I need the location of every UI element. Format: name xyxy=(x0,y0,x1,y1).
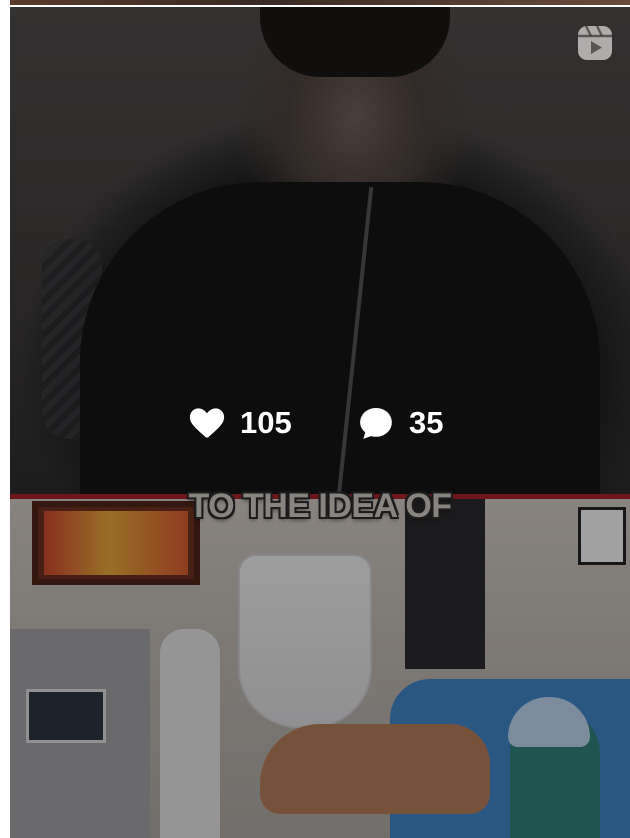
reels-icon xyxy=(578,25,612,60)
comments-value: 35 xyxy=(409,405,444,440)
previous-post-thumbnail-edge[interactable] xyxy=(10,0,630,5)
reel-post-tile[interactable]: TO THE IDEA OF 105 35 xyxy=(10,7,630,838)
likes-value: 105 xyxy=(240,405,292,440)
comment-icon xyxy=(360,407,392,439)
profile-grid-page: TO THE IDEA OF 105 35 xyxy=(0,0,630,838)
likes-count: 105 xyxy=(188,403,292,443)
comments-count: 35 xyxy=(357,403,443,443)
heart-icon xyxy=(189,408,225,438)
post-stats: 105 35 xyxy=(10,403,630,443)
